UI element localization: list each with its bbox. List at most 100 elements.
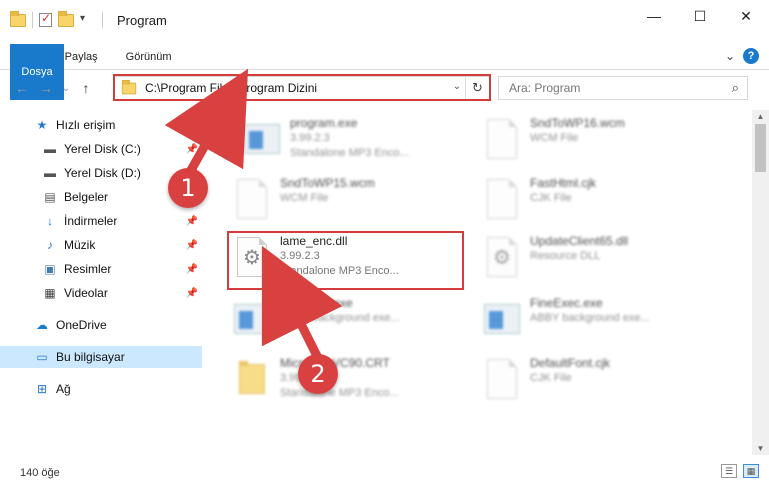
sidebar-item-music[interactable]: ♪ Müzik 📌 bbox=[0, 234, 202, 256]
large-icons-view-icon[interactable]: ▦ bbox=[743, 464, 759, 478]
quick-access-toolbar: ▾ Program bbox=[0, 0, 167, 40]
file-item[interactable]: ⚙ UpdateClient65.dll Resource DLL bbox=[480, 232, 720, 288]
application-icon bbox=[244, 124, 280, 154]
back-button[interactable]: ← bbox=[10, 80, 34, 96]
up-button[interactable]: ↑ bbox=[74, 80, 98, 96]
details-view-icon[interactable]: ☰ bbox=[721, 464, 737, 478]
pictures-icon: ▣ bbox=[44, 262, 56, 276]
divider bbox=[102, 12, 103, 28]
sidebar-item-label: Ağ bbox=[56, 382, 71, 396]
file-name: program.exe bbox=[290, 116, 358, 130]
file-item[interactable]: FineExec.exe ABBY background exe... bbox=[480, 294, 720, 350]
folder-icon bbox=[239, 361, 265, 394]
sidebar-item-quick-access[interactable]: ★ Hızlı erişim bbox=[0, 114, 202, 136]
search-input[interactable]: Ara: Program ⌕ bbox=[498, 76, 748, 100]
file-name: FineExec.exe bbox=[280, 296, 353, 310]
drive-icon: ▬ bbox=[44, 142, 56, 156]
file-name: FastHtml.cjk bbox=[530, 176, 596, 190]
file-item[interactable]: SndToWP15.wcm WCM File bbox=[230, 174, 470, 230]
ribbon-collapse-icon[interactable]: ⌄ bbox=[725, 49, 735, 63]
file-icon bbox=[487, 179, 517, 219]
forward-button[interactable]: → bbox=[34, 80, 58, 96]
gear-icon: ⚙ bbox=[243, 246, 261, 269]
file-name: SndToWP15.wcm bbox=[280, 176, 375, 190]
search-icon[interactable]: ⌕ bbox=[732, 80, 739, 96]
pin-icon[interactable]: 📌 bbox=[186, 216, 198, 227]
file-description: Standalone MP3 Enco... bbox=[280, 265, 399, 277]
file-name: lame_enc.dll bbox=[280, 234, 348, 248]
sidebar-item-videos[interactable]: ▦ Videolar 📌 bbox=[0, 282, 202, 304]
recent-locations-button[interactable]: ⌄ bbox=[58, 83, 74, 94]
file-item[interactable]: program.exe 3.99.2.3 Standalone MP3 Enco… bbox=[240, 114, 480, 170]
onedrive-icon: ☁ bbox=[36, 318, 48, 332]
sidebar-item-label: Hızlı erişim bbox=[56, 118, 116, 132]
file-item[interactable]: DefaultFont.cjk CJK File bbox=[480, 354, 720, 410]
network-icon: ⊞ bbox=[36, 382, 48, 396]
status-bar: 140 öğe ☰ ▦ bbox=[0, 458, 769, 488]
properties-icon[interactable] bbox=[39, 11, 52, 27]
close-button[interactable]: ✕ bbox=[723, 0, 769, 32]
sidebar-item-network[interactable]: ⊞ Ağ bbox=[0, 378, 202, 400]
scroll-down-icon[interactable]: ▼ bbox=[752, 444, 769, 453]
dll-file-icon: ⚙ bbox=[237, 237, 267, 277]
sidebar-item-label: Bu bilgisayar bbox=[56, 350, 125, 364]
file-detail: CJK File bbox=[530, 372, 572, 384]
sidebar-item-pictures[interactable]: ▣ Resimler 📌 bbox=[0, 258, 202, 280]
file-list: program.exe 3.99.2.3 Standalone MP3 Enco… bbox=[210, 110, 740, 455]
application-icon bbox=[234, 304, 270, 334]
tab-view[interactable]: Görünüm bbox=[112, 44, 186, 69]
minimize-button[interactable]: — bbox=[631, 0, 677, 32]
file-icon bbox=[487, 359, 517, 399]
gear-icon: ⚙ bbox=[493, 246, 511, 269]
file-item[interactable]: FastHtml.cjk CJK File bbox=[480, 174, 720, 230]
sidebar-item-label: İndirmeler bbox=[64, 214, 118, 228]
refresh-button[interactable]: ↻ bbox=[465, 77, 489, 99]
videos-icon: ▦ bbox=[44, 286, 56, 300]
drive-icon: ▬ bbox=[44, 166, 56, 180]
file-description: Standalone MP3 Enco... bbox=[290, 147, 409, 159]
pin-icon[interactable]: 📌 bbox=[186, 144, 198, 155]
scroll-up-icon[interactable]: ▲ bbox=[752, 112, 769, 121]
customize-qat-icon[interactable]: ▾ bbox=[80, 13, 96, 27]
scroll-thumb[interactable] bbox=[755, 124, 766, 172]
folder-icon[interactable] bbox=[10, 10, 26, 27]
star-icon: ★ bbox=[36, 118, 48, 132]
pin-icon[interactable]: 📌 bbox=[186, 288, 198, 299]
vertical-scrollbar[interactable]: ▲ ▼ bbox=[752, 110, 769, 455]
file-item-lame-enc-dll[interactable]: ⚙ lame_enc.dll 3.99.2.3 Standalone MP3 E… bbox=[230, 232, 470, 288]
new-folder-icon[interactable] bbox=[58, 10, 74, 27]
title-bar: ▾ Program — ☐ ✕ bbox=[0, 0, 769, 40]
computer-icon: ▭ bbox=[36, 350, 48, 364]
sidebar-item-label: Videolar bbox=[64, 286, 108, 300]
sidebar-item-downloads[interactable]: ↓ İndirmeler 📌 bbox=[0, 210, 202, 232]
window-title: Program bbox=[117, 12, 167, 28]
application-icon bbox=[484, 304, 520, 334]
ribbon-tabs: Dosya Giriş Paylaş Görünüm ⌄ ? bbox=[0, 44, 769, 100]
sidebar-item-this-pc[interactable]: ▭ Bu bilgisayar bbox=[0, 346, 202, 368]
maximize-button[interactable]: ☐ bbox=[677, 0, 723, 32]
documents-icon: ▤ bbox=[44, 190, 56, 204]
help-icon[interactable]: ? bbox=[743, 48, 759, 64]
file-icon bbox=[487, 119, 517, 159]
file-item[interactable]: Microsoft.VC90.CRT 3.99.2.3 Standalone M… bbox=[230, 354, 470, 410]
file-detail: CJK File bbox=[530, 192, 572, 204]
file-item[interactable]: SndToWP16.wcm WCM File bbox=[480, 114, 720, 170]
file-detail: Resource DLL bbox=[530, 250, 601, 262]
file-name: SndToWP16.wcm bbox=[530, 116, 625, 130]
file-name: DefaultFont.cjk bbox=[530, 356, 611, 370]
file-name: FineExec.exe bbox=[530, 296, 603, 310]
address-dropdown-icon[interactable]: ⌄ bbox=[453, 81, 461, 92]
address-path[interactable]: C:\Program Files\Program Dizini bbox=[145, 81, 317, 95]
sidebar-item-label: Yerel Disk (D:) bbox=[64, 166, 141, 180]
sidebar-item-label: Müzik bbox=[64, 238, 96, 252]
file-detail: WCM File bbox=[530, 132, 579, 144]
sidebar-item-local-disk-c[interactable]: ▬ Yerel Disk (C:) 📌 bbox=[0, 138, 202, 160]
pin-icon[interactable]: 📌 bbox=[186, 264, 198, 275]
pin-icon[interactable]: 📌 bbox=[186, 240, 198, 251]
step-1-badge: 1 bbox=[168, 168, 208, 208]
file-item[interactable]: FineExec.exe ABBY background exe... bbox=[230, 294, 470, 350]
sidebar-item-onedrive[interactable]: ☁ OneDrive bbox=[0, 314, 202, 336]
downloads-icon: ↓ bbox=[47, 214, 53, 228]
music-icon: ♪ bbox=[47, 238, 53, 252]
address-bar[interactable]: C:\Program Files\Program Dizini ⌄ ↻ bbox=[114, 76, 490, 100]
